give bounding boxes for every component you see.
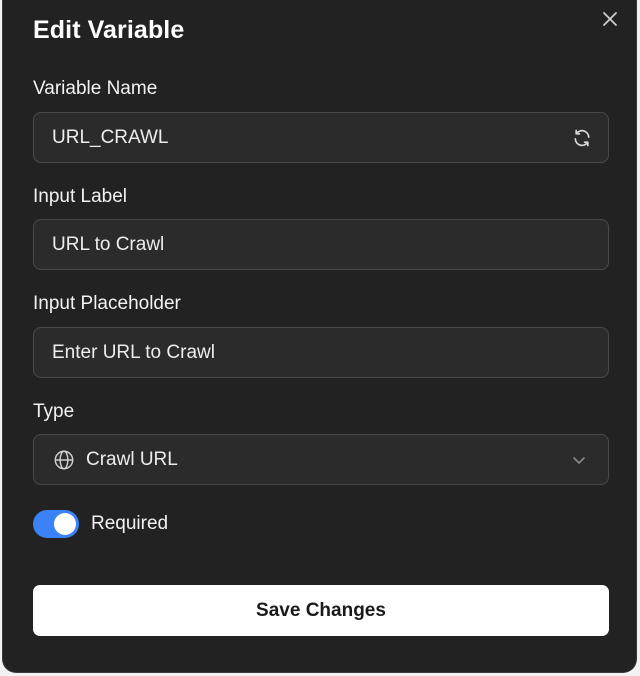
input-label-field xyxy=(33,219,609,270)
type-label: Type xyxy=(33,401,75,422)
input-placeholder-label: Input Placeholder xyxy=(33,293,181,314)
variable-name-field xyxy=(33,112,609,163)
save-changes-button[interactable]: Save Changes xyxy=(33,585,609,636)
close-button[interactable] xyxy=(599,8,621,30)
variable-name-label: Variable Name xyxy=(33,78,158,99)
type-select[interactable]: Crawl URL xyxy=(33,434,609,485)
chevron-down-icon xyxy=(570,451,588,469)
required-toggle[interactable] xyxy=(33,510,79,538)
refresh-icon xyxy=(574,129,590,146)
toggle-knob xyxy=(54,513,76,535)
globe-icon xyxy=(52,448,76,472)
required-row: Required xyxy=(33,508,168,540)
close-icon xyxy=(603,12,617,26)
type-select-value: Crawl URL xyxy=(86,448,178,470)
input-placeholder-input[interactable] xyxy=(34,328,608,377)
required-label: Required xyxy=(91,513,169,534)
variable-name-input[interactable] xyxy=(34,113,570,162)
dialog-title: Edit Variable xyxy=(33,16,185,44)
input-placeholder-field xyxy=(33,327,609,378)
input-label-label: Input Label xyxy=(33,186,128,207)
regenerate-button[interactable] xyxy=(570,126,594,150)
edit-variable-dialog: Edit Variable Variable Name Input Label … xyxy=(2,0,637,673)
input-label-input[interactable] xyxy=(34,220,608,269)
